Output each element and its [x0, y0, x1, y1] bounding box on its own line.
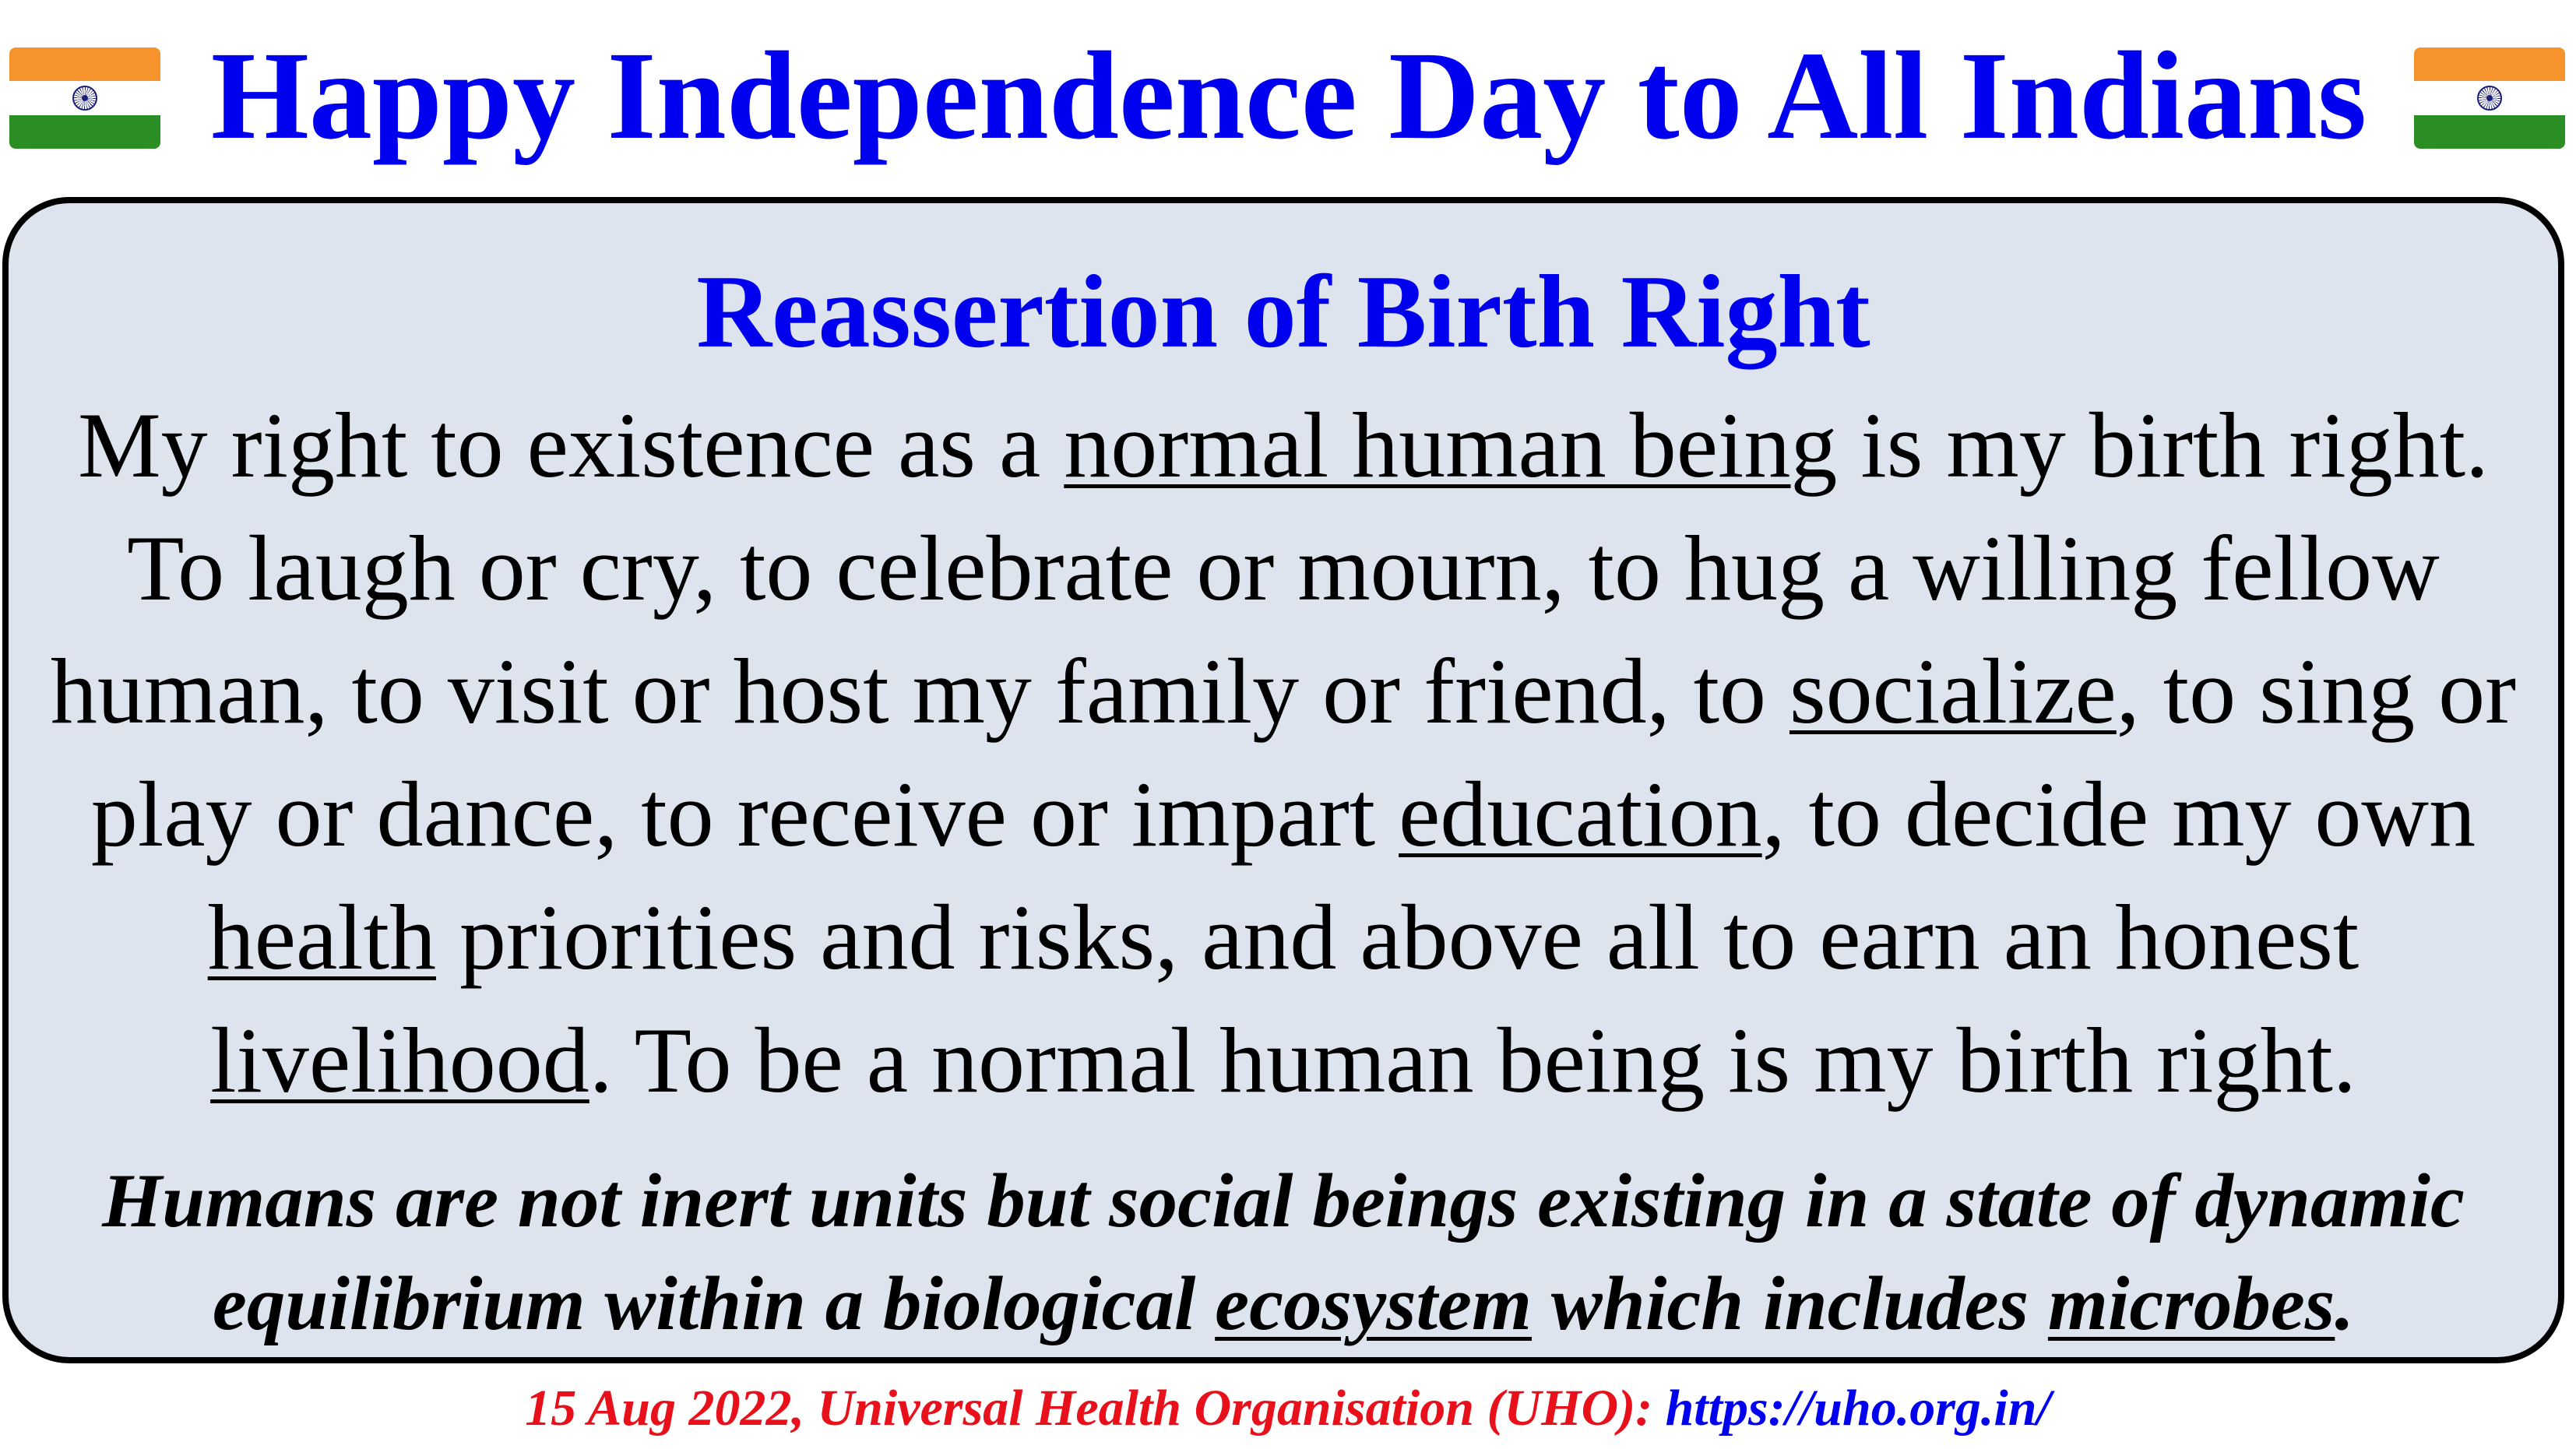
flag-saffron-band	[2414, 47, 2565, 82]
body-text: . To be a normal human being is my birth…	[589, 1008, 2356, 1112]
indian-flag-icon	[9, 47, 160, 149]
underlined-term: education	[1399, 762, 1762, 866]
body-text: , to decide my own	[1761, 762, 2476, 866]
underlined-term: socialize	[1789, 639, 2117, 743]
underlined-term: ecosystem	[1215, 1261, 1532, 1346]
body-text: priorities and risks, and above all to e…	[435, 885, 2360, 989]
footer-link[interactable]: https://uho.org.in/	[1666, 1380, 2051, 1437]
content-box: Reassertion of Birth Right My right to e…	[2, 197, 2564, 1363]
body-paragraph: My right to existence as a normal human …	[24, 384, 2543, 1122]
section-heading: Reassertion of Birth Right	[696, 254, 1870, 369]
underlined-term: health	[207, 885, 436, 989]
underlined-term: microbes	[2047, 1261, 2335, 1346]
footer-credit: 15 Aug 2022, Universal Health Organisati…	[525, 1380, 1666, 1437]
body-text: My right to existence as a	[77, 393, 1065, 497]
underlined-term: livelihood	[210, 1008, 589, 1112]
closing-text: .	[2335, 1261, 2355, 1346]
underlined-term: normal human being	[1064, 393, 1838, 497]
closing-statement: Humans are not inert units but social be…	[24, 1150, 2543, 1356]
flag-green-band	[2414, 114, 2565, 149]
ashoka-chakra-icon	[2477, 86, 2502, 111]
closing-text: which includes	[1531, 1261, 2048, 1346]
indian-flag-icon	[2414, 47, 2565, 149]
flag-saffron-band	[9, 47, 160, 82]
page-title: Happy Independence Day to All Indians	[210, 26, 2367, 166]
ashoka-chakra-icon	[72, 86, 97, 111]
footer: 15 Aug 2022, Universal Health Organisati…	[0, 1368, 2576, 1449]
flag-green-band	[9, 114, 160, 149]
